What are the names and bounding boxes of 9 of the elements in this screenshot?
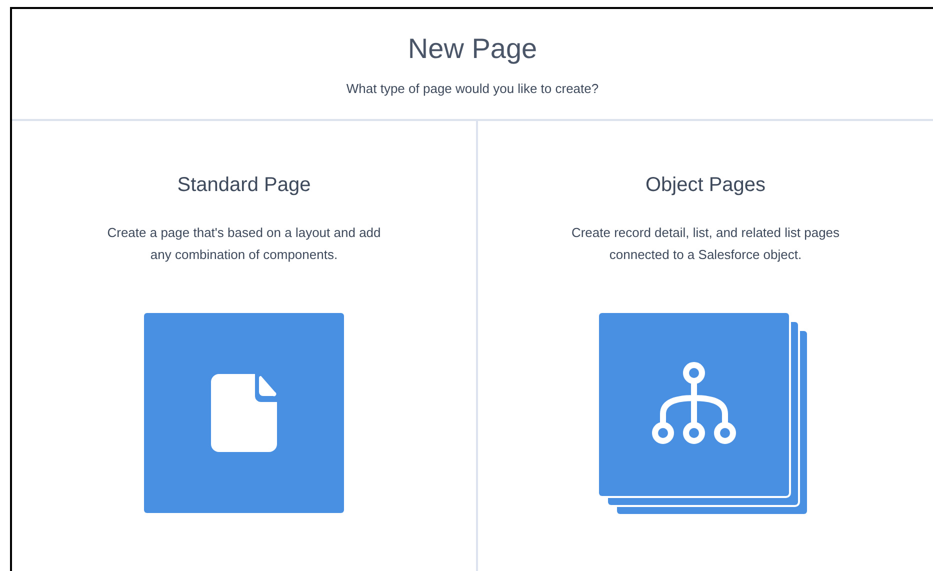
option-title: Standard Page [177, 174, 311, 197]
option-description: Create a page that's based on a layout and add any combination of components. [106, 224, 382, 264]
option-description: Create record detail, list, and related list pages connected to a Salesforce object. [570, 224, 841, 264]
page-tile[interactable] [144, 313, 344, 513]
dialog-title: New Page [408, 33, 538, 65]
stacked-page-tile[interactable] [598, 313, 806, 514]
document-icon [211, 374, 277, 452]
dialog-subtitle: What type of page would you like to create? [346, 81, 599, 96]
option-title: Object Pages [645, 174, 766, 197]
